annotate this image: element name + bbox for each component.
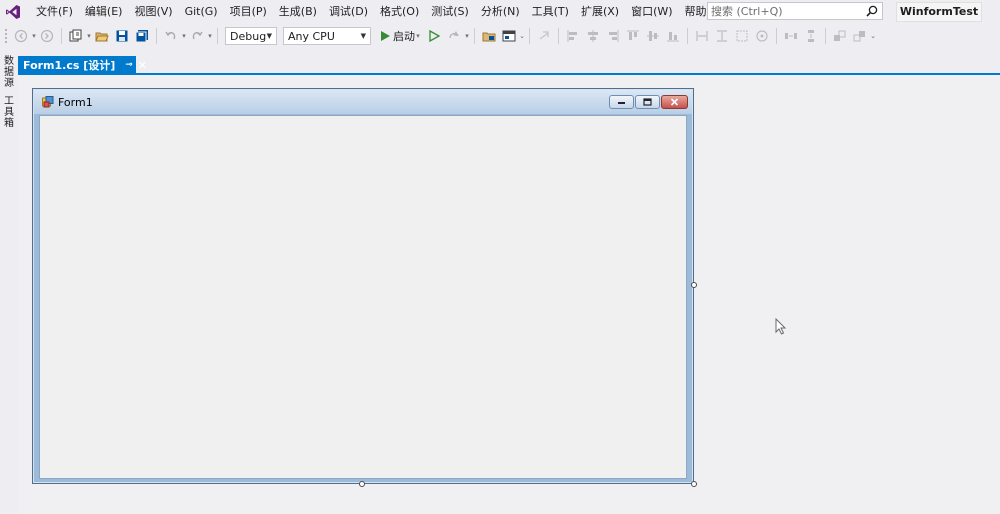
menu-item-8[interactable]: 测试(S) — [425, 1, 475, 23]
side-panel-strip: 数据源 工具箱 — [0, 50, 18, 514]
start-debugging-button[interactable]: 启动 ▾ — [378, 27, 424, 45]
close-window-icon[interactable] — [661, 95, 688, 109]
minimize-icon[interactable] — [609, 95, 634, 109]
data-sources-tab[interactable]: 数据源 — [2, 56, 16, 89]
toolbar-grip[interactable] — [4, 28, 8, 44]
menu-item-2[interactable]: 视图(V) — [128, 1, 178, 23]
menu-item-4[interactable]: 项目(P) — [224, 1, 273, 23]
visual-studio-logo-icon[interactable] — [4, 3, 22, 21]
toolbar-separator — [61, 28, 62, 44]
menu-item-6[interactable]: 调试(D) — [323, 1, 374, 23]
toolbar-separator — [558, 28, 559, 44]
start-without-debugging-icon[interactable] — [426, 28, 442, 44]
menu-item-5[interactable]: 生成(B) — [273, 1, 323, 23]
menu-item-10[interactable]: 工具(T) — [526, 1, 575, 23]
menu-item-3[interactable]: Git(G) — [179, 1, 224, 23]
maximize-icon[interactable] — [635, 95, 660, 109]
start-label: 启动 — [393, 30, 415, 43]
search-box[interactable] — [707, 2, 883, 20]
toolbar-overflow-icon[interactable]: ⌄ — [519, 28, 525, 44]
form-title: Form1 — [58, 95, 93, 109]
chevron-down-icon: ▼ — [266, 32, 272, 40]
tab-label: Form1.cs [设计] — [23, 59, 116, 72]
vertical-spacing-icon[interactable] — [803, 28, 819, 44]
mouse-pointer-icon — [775, 317, 787, 338]
search-input[interactable] — [708, 3, 863, 19]
platform-value: Any CPU — [288, 29, 335, 43]
save-all-icon[interactable] — [134, 28, 150, 44]
start-dropdown-icon[interactable]: ▾ — [415, 28, 421, 44]
menu-item-7[interactable]: 格式(O) — [374, 1, 425, 23]
make-same-size-icon[interactable] — [734, 28, 750, 44]
make-same-width-icon[interactable] — [694, 28, 710, 44]
toolbar-separator — [529, 28, 530, 44]
resize-handle-bottom-right[interactable] — [691, 481, 697, 487]
toolbar-overflow-icon[interactable]: ⌄ — [870, 28, 876, 44]
open-file-icon[interactable] — [94, 28, 110, 44]
form-window[interactable]: Form1 — [32, 88, 694, 484]
menu-bar: 文件(F) 编辑(E) 视图(V) Git(G) 项目(P) 生成(B) 调试(D) 格式(O… — [0, 0, 1000, 24]
align-lefts-icon[interactable] — [565, 28, 581, 44]
browse-folder-icon[interactable] — [481, 28, 497, 44]
configuration-select[interactable]: Debug ▼ — [225, 27, 277, 45]
toolbar-separator — [217, 28, 218, 44]
solution-name[interactable]: WinformTest — [896, 2, 982, 22]
menu-item-11[interactable]: 扩展(X) — [575, 1, 625, 23]
play-icon — [381, 31, 390, 41]
layout-window-icon[interactable] — [501, 28, 517, 44]
undo-dropdown-icon[interactable]: ▾ — [181, 28, 187, 44]
tab-form1-designer[interactable]: Form1.cs [设计] ⊸ ✕ — [18, 56, 147, 74]
resize-handle-bottom[interactable] — [359, 481, 365, 487]
new-project-dropdown-icon[interactable]: ▾ — [86, 28, 92, 44]
undo-icon[interactable] — [163, 28, 179, 44]
size-to-grid-icon[interactable] — [754, 28, 770, 44]
align-centers-icon[interactable] — [585, 28, 601, 44]
close-tab-icon[interactable]: ✕ — [138, 59, 147, 72]
hot-reload-dropdown-icon[interactable]: ▾ — [464, 28, 470, 44]
menu-item-12[interactable]: 窗口(W) — [625, 1, 678, 23]
toolbar-separator — [474, 28, 475, 44]
menu-item-9[interactable]: 分析(N) — [475, 1, 526, 23]
bookmark-icon[interactable] — [536, 28, 552, 44]
menu-item-1[interactable]: 编辑(E) — [79, 1, 129, 23]
hot-reload-icon[interactable] — [446, 28, 462, 44]
menu-item-0[interactable]: 文件(F) — [30, 1, 79, 23]
toolbox-tab[interactable]: 工具箱 — [2, 96, 16, 129]
new-project-icon[interactable] — [68, 28, 84, 44]
platform-select[interactable]: Any CPU ▼ — [283, 27, 371, 45]
align-rights-icon[interactable] — [605, 28, 621, 44]
send-to-back-icon[interactable] — [852, 28, 868, 44]
navigate-back-dropdown-icon[interactable]: ▾ — [31, 28, 37, 44]
toolbar-separator — [687, 28, 688, 44]
align-middles-icon[interactable] — [645, 28, 661, 44]
align-tops-icon[interactable] — [625, 28, 641, 44]
form-app-icon — [42, 96, 54, 108]
pin-icon[interactable]: ⊸ — [125, 60, 133, 70]
resize-handle-right[interactable] — [691, 282, 697, 288]
configuration-value: Debug — [230, 29, 267, 43]
save-icon[interactable] — [114, 28, 130, 44]
form-titlebar[interactable]: Form1 — [34, 90, 692, 114]
navigate-back-icon[interactable] — [13, 28, 29, 44]
redo-dropdown-icon[interactable]: ▾ — [207, 28, 213, 44]
redo-icon[interactable] — [189, 28, 205, 44]
align-bottoms-icon[interactable] — [665, 28, 681, 44]
navigate-forward-icon[interactable] — [39, 28, 55, 44]
chevron-down-icon: ▼ — [360, 32, 366, 40]
toolbar-separator — [156, 28, 157, 44]
form-client-area[interactable] — [39, 115, 687, 479]
standard-toolbar: ▾ ▾ ▾ ▾ Debug ▼ Any CPU ▼ 启动 ▾ ▾ ⌄ ⌄ — [0, 24, 1000, 48]
search-icon[interactable] — [866, 5, 878, 17]
toolbar-separator — [776, 28, 777, 44]
bring-to-front-icon[interactable] — [832, 28, 848, 44]
toolbar-separator — [825, 28, 826, 44]
horizontal-spacing-icon[interactable] — [783, 28, 799, 44]
make-same-height-icon[interactable] — [714, 28, 730, 44]
